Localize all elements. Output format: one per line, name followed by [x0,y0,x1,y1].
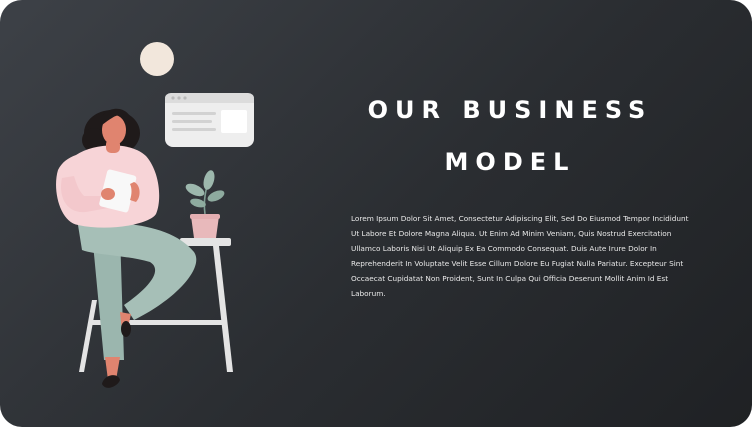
title-line-2: MODEL [444,148,576,176]
slide: OUR BUSINESS MODEL Lorem Ipsum Dolor Sit… [0,0,752,427]
title-line-1: OUR BUSINESS [367,96,653,124]
sun-icon [140,42,174,76]
browser-window-icon [165,93,254,147]
plant-icon [185,170,225,238]
woman-icon [56,108,197,388]
body-text: Lorem Ipsum Dolor Sit Amet, Consectetur … [351,214,689,298]
